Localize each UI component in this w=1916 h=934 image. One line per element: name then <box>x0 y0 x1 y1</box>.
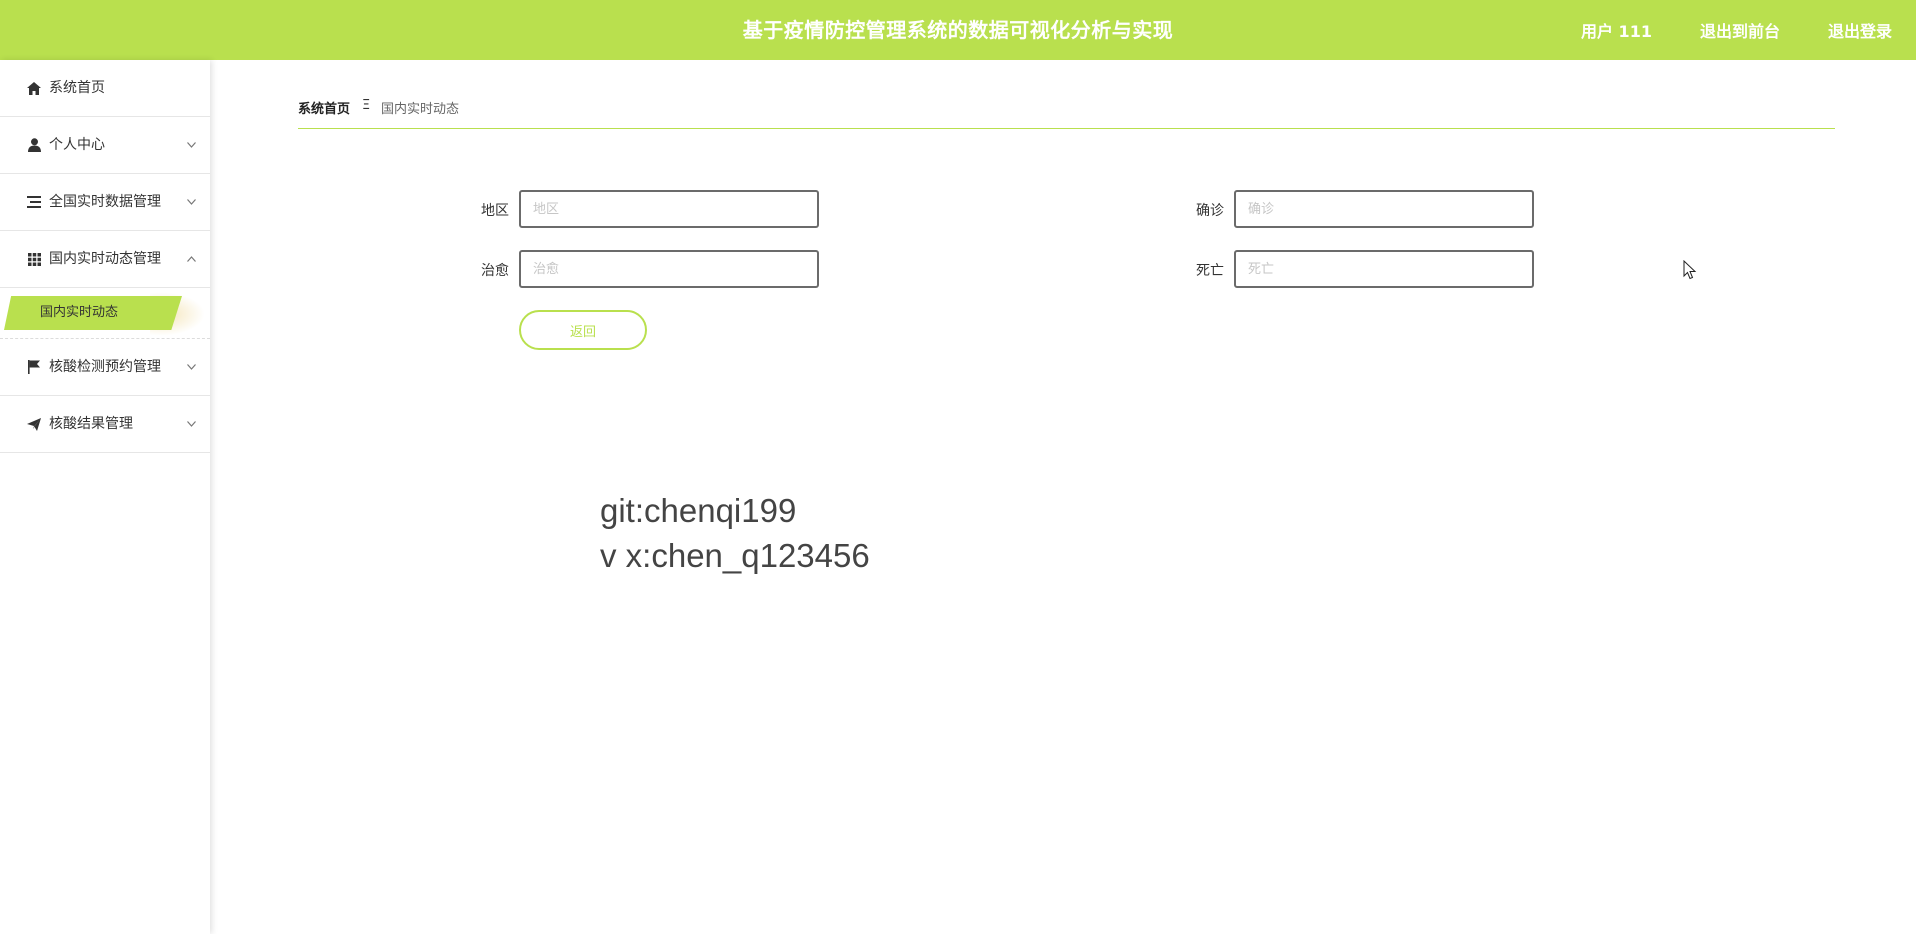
chevron-down-icon <box>187 339 196 395</box>
deaths-label: 死亡 <box>1196 263 1224 279</box>
deaths-input[interactable] <box>1234 250 1534 288</box>
sidebar-item-label: 系统首页 <box>49 80 105 96</box>
grid-icon <box>26 231 42 287</box>
home-icon <box>26 60 42 116</box>
region-input[interactable] <box>519 190 819 228</box>
sidebar-item-label: 核酸检测预约管理 <box>49 359 161 375</box>
submenu-domestic-dynamics: 国内实时动态 <box>0 288 210 339</box>
sidebar-item-home[interactable]: 系统首页 <box>0 60 210 117</box>
back-to-frontend-link[interactable]: 退出到前台 <box>1700 18 1780 42</box>
cured-input[interactable] <box>519 250 819 288</box>
sidebar-item-domestic-dynamics[interactable]: 国内实时动态管理 <box>0 231 210 288</box>
confirmed-label: 确诊 <box>1196 203 1224 219</box>
chevron-down-icon <box>187 396 196 452</box>
watermark-line-git: git:chenqi199 <box>600 492 797 529</box>
back-button[interactable]: 返回 <box>519 310 647 350</box>
breadcrumb: 系统首页 Ξ 国内实时动态 <box>298 96 1835 129</box>
send-icon <box>26 396 42 452</box>
cured-label: 治愈 <box>481 263 509 279</box>
sidebar-item-national-data[interactable]: 全国实时数据管理 <box>0 174 210 231</box>
sidebar-item-nucleic-appointment[interactable]: 核酸检测预约管理 <box>0 339 210 396</box>
breadcrumb-home-link[interactable]: 系统首页 <box>298 98 350 117</box>
region-label: 地区 <box>481 203 509 219</box>
list-icon <box>26 174 42 230</box>
flag-icon <box>26 339 42 395</box>
sidebar-item-label: 个人中心 <box>49 137 105 153</box>
sidebar-item-label: 全国实时数据管理 <box>49 194 161 210</box>
chevron-down-icon <box>187 117 196 173</box>
header-actions: 用户 111 退出到前台 退出登录 <box>1581 0 1892 60</box>
current-user-label[interactable]: 用户 111 <box>1581 18 1652 42</box>
chevron-down-icon <box>187 174 196 230</box>
breadcrumb-separator: Ξ <box>362 98 371 113</box>
logout-link[interactable]: 退出登录 <box>1828 18 1892 42</box>
sidebar-subitem-domestic-realtime[interactable]: 国内实时动态 <box>4 296 182 330</box>
confirmed-input[interactable] <box>1234 190 1534 228</box>
contact-watermark: git:chenqi199 v x:chen_q123456 <box>600 488 870 578</box>
sidebar: 系统首页 个人中心 全国实时数据管理 国内实时动态管理 国内实时动态 核酸检测预… <box>0 60 210 934</box>
watermark-line-wechat: v x:chen_q123456 <box>600 537 870 574</box>
chevron-up-icon <box>187 231 196 287</box>
breadcrumb-current: 国内实时动态 <box>381 102 460 117</box>
sidebar-item-label: 国内实时动态管理 <box>49 251 161 267</box>
user-icon <box>26 117 42 173</box>
sidebar-item-personal-center[interactable]: 个人中心 <box>0 117 210 174</box>
top-header-bar: 基于疫情防控管理系统的数据可视化分析与实现 用户 111 退出到前台 退出登录 <box>0 0 1916 60</box>
sidebar-item-nucleic-results[interactable]: 核酸结果管理 <box>0 396 210 453</box>
sidebar-item-label: 核酸结果管理 <box>49 416 133 432</box>
mouse-cursor-icon <box>1683 259 1697 284</box>
